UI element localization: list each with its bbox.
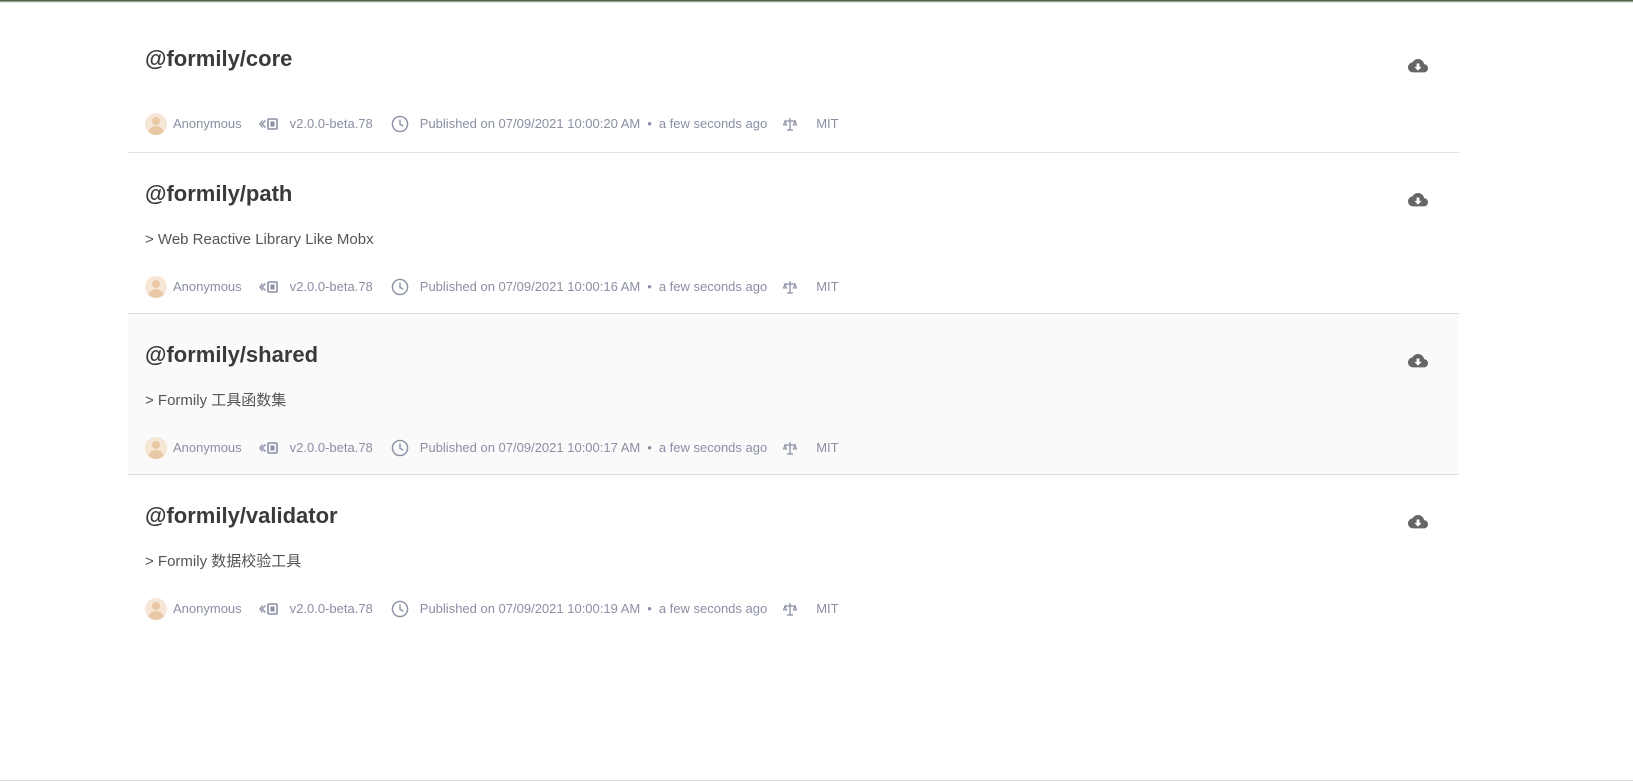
published-date: Published on 07/09/2021 10:00:20 AM: [419, 116, 641, 131]
avatar: [145, 276, 167, 298]
published-relative-time: a few seconds ago: [658, 116, 768, 131]
package-item[interactable]: @formily/path > Web Reactive Library Lik…: [128, 153, 1459, 314]
package-name-link[interactable]: @formily/path: [145, 181, 292, 207]
package-meta: Anonymous v2.0.0-beta.78 Published on 07…: [145, 113, 839, 135]
license-label: MIT: [816, 279, 839, 294]
meta-separator: •: [647, 279, 652, 294]
scale-icon: [783, 281, 798, 294]
published-relative-time: a few seconds ago: [658, 601, 768, 616]
package-item[interactable]: @formily/shared > Formily 工具函数集 Anonymou…: [128, 314, 1459, 475]
scale-icon: [783, 118, 798, 131]
author-link[interactable]: Anonymous: [173, 276, 242, 298]
published-relative-time: a few seconds ago: [658, 440, 768, 455]
meta-separator: •: [647, 601, 652, 616]
author-link[interactable]: Anonymous: [173, 598, 242, 620]
version-tag-icon: [258, 118, 278, 130]
package-description: > Web Reactive Library Like Mobx: [145, 231, 374, 248]
cloud-download-icon[interactable]: [1408, 353, 1428, 369]
published-date: Published on 07/09/2021 10:00:19 AM: [419, 601, 641, 616]
avatar: [145, 437, 167, 459]
author-link[interactable]: Anonymous: [173, 437, 242, 459]
cloud-download-icon[interactable]: [1408, 192, 1428, 208]
clock-icon: [391, 439, 409, 457]
scale-icon: [783, 603, 798, 616]
cloud-download-icon[interactable]: [1408, 58, 1428, 74]
license-label: MIT: [816, 601, 839, 616]
cloud-download-icon[interactable]: [1408, 514, 1428, 530]
page-bottom-divider: [0, 780, 1633, 781]
published-date: Published on 07/09/2021 10:00:16 AM: [419, 279, 641, 294]
published-date: Published on 07/09/2021 10:00:17 AM: [419, 440, 641, 455]
version-tag-icon: [258, 281, 278, 293]
version-tag-icon: [258, 603, 278, 615]
package-description: > Formily 工具函数集: [145, 392, 287, 409]
package-meta: Anonymous v2.0.0-beta.78 Published on 07…: [145, 598, 839, 620]
version-label: v2.0.0-beta.78: [289, 116, 373, 131]
package-list: @formily/core Anonymous v2.0.0-beta.78 P…: [128, 0, 1459, 636]
scale-icon: [783, 442, 798, 455]
license-label: MIT: [816, 440, 839, 455]
package-item[interactable]: @formily/core Anonymous v2.0.0-beta.78 P…: [128, 0, 1459, 153]
package-description: > Formily 数据校验工具: [145, 553, 302, 570]
avatar: [145, 113, 167, 135]
package-name-link[interactable]: @formily/validator: [145, 503, 338, 529]
version-tag-icon: [258, 442, 278, 454]
package-meta: Anonymous v2.0.0-beta.78 Published on 07…: [145, 437, 839, 459]
meta-separator: •: [647, 116, 652, 131]
meta-separator: •: [647, 440, 652, 455]
license-label: MIT: [816, 116, 839, 131]
package-name-link[interactable]: @formily/shared: [145, 342, 318, 368]
author-link[interactable]: Anonymous: [173, 113, 242, 135]
package-meta: Anonymous v2.0.0-beta.78 Published on 07…: [145, 276, 839, 298]
package-item[interactable]: @formily/validator > Formily 数据校验工具 Anon…: [128, 475, 1459, 636]
clock-icon: [391, 278, 409, 296]
clock-icon: [391, 115, 409, 133]
avatar: [145, 598, 167, 620]
version-label: v2.0.0-beta.78: [289, 601, 373, 616]
package-name-link[interactable]: @formily/core: [145, 46, 292, 72]
version-label: v2.0.0-beta.78: [289, 440, 373, 455]
version-label: v2.0.0-beta.78: [289, 279, 373, 294]
clock-icon: [391, 600, 409, 618]
published-relative-time: a few seconds ago: [658, 279, 768, 294]
